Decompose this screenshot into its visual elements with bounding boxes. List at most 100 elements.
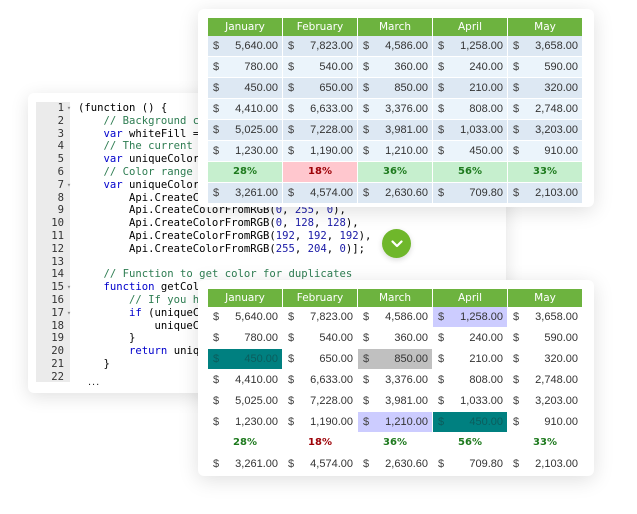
- column-header[interactable]: April: [433, 18, 508, 36]
- currency-symbol: $: [213, 332, 220, 344]
- table-cell[interactable]: $3,981.00: [358, 391, 433, 412]
- table-cell[interactable]: $808.00: [433, 99, 508, 120]
- table-cell[interactable]: $2,103.00: [508, 183, 582, 204]
- table-cell[interactable]: $450.00: [208, 349, 283, 370]
- code-keyword: var: [103, 127, 123, 140]
- column-header[interactable]: January: [208, 289, 283, 307]
- table-cell[interactable]: $5,640.00: [208, 36, 283, 57]
- table-cell[interactable]: $1,190.00: [283, 412, 358, 433]
- table-cell[interactable]: $360.00: [358, 328, 433, 349]
- table-cell[interactable]: $3,981.00: [358, 120, 433, 141]
- table-cell[interactable]: $5,640.00: [208, 307, 283, 328]
- column-header[interactable]: April: [433, 289, 508, 307]
- percentage-cell[interactable]: 18%: [283, 433, 358, 454]
- table-cell[interactable]: $1,258.00: [433, 36, 508, 57]
- cell-value: 808.00: [469, 374, 503, 386]
- table-cell[interactable]: $1,210.00: [358, 412, 433, 433]
- percentage-cell[interactable]: 36%: [358, 162, 433, 183]
- table-cell[interactable]: $240.00: [433, 57, 508, 78]
- table-cell[interactable]: $650.00: [283, 78, 358, 99]
- column-header[interactable]: May: [508, 289, 582, 307]
- table-cell[interactable]: $7,823.00: [283, 307, 358, 328]
- table-cell[interactable]: $450.00: [208, 78, 283, 99]
- table-cell[interactable]: $4,574.00: [283, 183, 358, 204]
- table-cell[interactable]: $450.00: [433, 141, 508, 162]
- percentage-cell[interactable]: 36%: [358, 433, 433, 454]
- table-cell[interactable]: $1,033.00: [433, 120, 508, 141]
- percentage-value: 33%: [533, 437, 557, 448]
- table-cell[interactable]: $590.00: [508, 57, 582, 78]
- column-header[interactable]: February: [283, 289, 358, 307]
- table-cell[interactable]: $3,261.00: [208, 183, 283, 204]
- table-cell[interactable]: $3,261.00: [208, 454, 283, 475]
- table-cell[interactable]: $910.00: [508, 141, 582, 162]
- table-cell[interactable]: $4,410.00: [208, 370, 283, 391]
- table-cell[interactable]: $210.00: [433, 78, 508, 99]
- percentage-cell[interactable]: 56%: [433, 162, 508, 183]
- percentage-cell[interactable]: 33%: [508, 433, 582, 454]
- table-cell[interactable]: $6,633.00: [283, 370, 358, 391]
- currency-symbol: $: [288, 145, 295, 157]
- table-cell[interactable]: $4,574.00: [283, 454, 358, 475]
- table-cell[interactable]: $1,033.00: [433, 391, 508, 412]
- table-cell[interactable]: $1,190.00: [283, 141, 358, 162]
- table-cell[interactable]: $2,630.60: [358, 183, 433, 204]
- table-cell[interactable]: $590.00: [508, 328, 582, 349]
- table-cell[interactable]: $3,376.00: [358, 370, 433, 391]
- percentage-cell[interactable]: 18%: [283, 162, 358, 183]
- table-cell[interactable]: $7,228.00: [283, 120, 358, 141]
- table-cell[interactable]: $2,748.00: [508, 370, 582, 391]
- table-cell[interactable]: $240.00: [433, 328, 508, 349]
- column-header[interactable]: May: [508, 18, 582, 36]
- table-cell[interactable]: $850.00: [358, 349, 433, 370]
- table-cell[interactable]: $5,025.00: [208, 391, 283, 412]
- percentage-cell[interactable]: 28%: [208, 162, 283, 183]
- column-header[interactable]: January: [208, 18, 283, 36]
- table-cell[interactable]: $7,823.00: [283, 36, 358, 57]
- table-cell[interactable]: $1,230.00: [208, 412, 283, 433]
- table-cell[interactable]: $3,658.00: [508, 36, 582, 57]
- table-cell[interactable]: $540.00: [283, 57, 358, 78]
- table-cell[interactable]: $1,210.00: [358, 141, 433, 162]
- table-cell[interactable]: $780.00: [208, 328, 283, 349]
- table-cell[interactable]: $808.00: [433, 370, 508, 391]
- table-cell[interactable]: $210.00: [433, 349, 508, 370]
- table-cell[interactable]: $1,258.00: [433, 307, 508, 328]
- table-cell[interactable]: $4,410.00: [208, 99, 283, 120]
- table-cell[interactable]: $709.80: [433, 183, 508, 204]
- percentage-cell[interactable]: 33%: [508, 162, 582, 183]
- table-cell[interactable]: $5,025.00: [208, 120, 283, 141]
- column-header[interactable]: February: [283, 18, 358, 36]
- table-cell[interactable]: $4,586.00: [358, 36, 433, 57]
- table-cell[interactable]: $2,103.00: [508, 454, 582, 475]
- cell-value: 780.00: [244, 332, 278, 344]
- table-cell[interactable]: $1,230.00: [208, 141, 283, 162]
- transition-arrow-button[interactable]: [382, 229, 411, 258]
- table-cell[interactable]: $3,658.00: [508, 307, 582, 328]
- percentage-cell[interactable]: 28%: [208, 433, 283, 454]
- table-cell[interactable]: $2,630.60: [358, 454, 433, 475]
- code-token: }: [78, 332, 136, 345]
- column-header[interactable]: March: [358, 289, 433, 307]
- table-cell[interactable]: $910.00: [508, 412, 582, 433]
- table-cell[interactable]: $850.00: [358, 78, 433, 99]
- table-cell[interactable]: $360.00: [358, 57, 433, 78]
- table-cell[interactable]: $320.00: [508, 78, 582, 99]
- percentage-value: 56%: [458, 437, 482, 448]
- table-cell[interactable]: $3,203.00: [508, 391, 582, 412]
- table-cell[interactable]: $4,586.00: [358, 307, 433, 328]
- table-cell[interactable]: $540.00: [283, 328, 358, 349]
- percentage-cell[interactable]: 56%: [433, 433, 508, 454]
- table-cell[interactable]: $450.00: [433, 412, 508, 433]
- table-cell[interactable]: $320.00: [508, 349, 582, 370]
- table-cell[interactable]: $6,633.00: [283, 99, 358, 120]
- column-header[interactable]: March: [358, 18, 433, 36]
- table-cell[interactable]: $709.80: [433, 454, 508, 475]
- cell-value: 3,981.00: [385, 395, 428, 407]
- table-cell[interactable]: $3,203.00: [508, 120, 582, 141]
- table-cell[interactable]: $3,376.00: [358, 99, 433, 120]
- table-cell[interactable]: $650.00: [283, 349, 358, 370]
- table-cell[interactable]: $2,748.00: [508, 99, 582, 120]
- table-cell[interactable]: $780.00: [208, 57, 283, 78]
- table-cell[interactable]: $7,228.00: [283, 391, 358, 412]
